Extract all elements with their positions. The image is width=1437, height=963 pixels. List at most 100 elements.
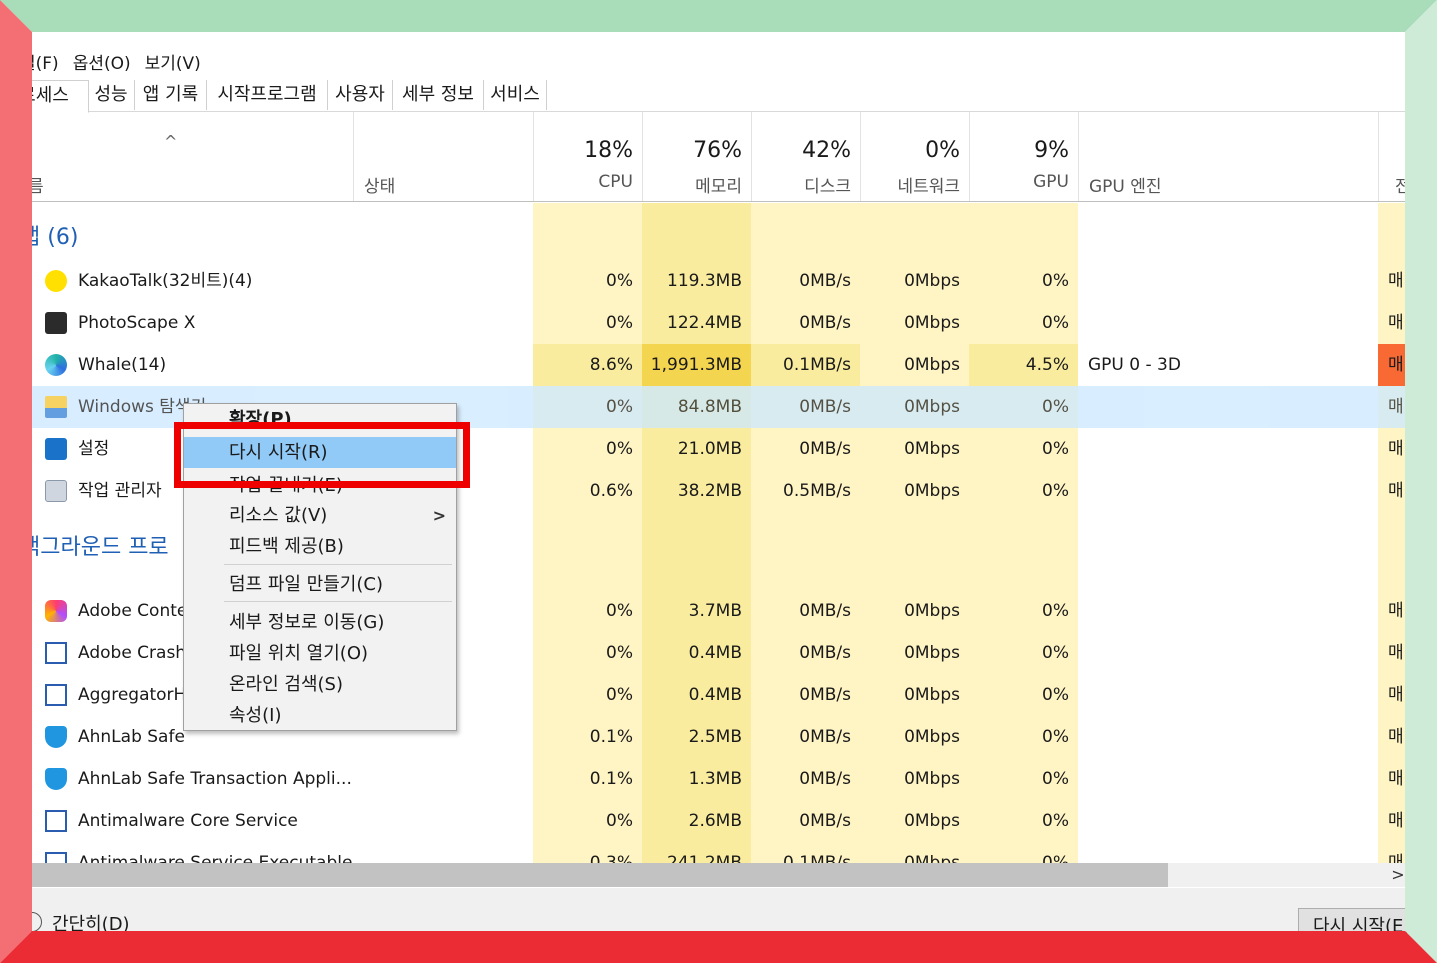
cell-net: 0Mbps <box>904 271 960 291</box>
tab-services[interactable]: 서비스 <box>484 80 547 110</box>
menu-item-dump[interactable]: 덤프 파일 만들기(C) <box>184 569 456 600</box>
cell-disk: 0MB/s <box>799 271 851 291</box>
cell-gpu: 4.5% <box>1025 355 1069 375</box>
app-window-icon <box>45 810 67 832</box>
cell-power: 매 <box>1388 769 1404 789</box>
table-row[interactable]: Whale(14) 8.6% 1,991.3MB 0.1MB/s 0Mbps 4.5% GP… <box>0 344 1437 386</box>
task-manager-window: 일(F) 옵션(O) 보기(V) 로세스 성능 앱 기록 시작프로그램 사용자 … <box>0 0 1437 963</box>
process-name: 작업 관리자 <box>78 481 162 501</box>
horizontal-scrollbar[interactable]: > <box>0 863 1437 887</box>
menu-item-open-location[interactable]: 파일 위치 열기(O) <box>184 638 456 669</box>
header-disk[interactable]: 42% 디스크 <box>751 112 861 201</box>
cell-cpu: 0% <box>606 811 633 831</box>
cell-cpu: 0.1% <box>589 727 633 747</box>
table-row[interactable]: AhnLab Safe Transaction Appli... 0.1% 1.3M… <box>0 758 1437 800</box>
cell-cpu: 0.6% <box>589 481 633 501</box>
cell-mem: 0.4MB <box>688 643 742 663</box>
cell-net: 0Mbps <box>904 397 960 417</box>
cell-net: 0Mbps <box>904 481 960 501</box>
menu-item-goto-details-label: 세부 정보로 이동(G) <box>229 612 385 633</box>
menu-item-properties[interactable]: 속성(I) <box>184 700 456 731</box>
cell-gpu: 0% <box>1042 727 1069 747</box>
menu-options[interactable]: 옵션(O) <box>73 49 131 74</box>
header-status-label: 상태 <box>364 177 396 197</box>
cell-disk: 0MB/s <box>799 811 851 831</box>
header-name[interactable]: 름 <box>0 112 353 201</box>
menu-item-goto-details[interactable]: 세부 정보로 이동(G) <box>184 607 456 638</box>
header-gpu-engine[interactable]: GPU 엔진 <box>1078 112 1379 201</box>
tab-strip: 로세스 성능 앱 기록 시작프로그램 사용자 세부 정보 서비스 <box>0 80 1437 113</box>
cell-power: 매 <box>1388 397 1404 417</box>
menu-item-open-location-label: 파일 위치 열기(O) <box>229 643 369 664</box>
cell-gpu-engine <box>1088 428 1368 470</box>
scrollbar-thumb[interactable] <box>0 863 1168 887</box>
adobe-cc-icon <box>45 600 67 622</box>
cell-gpu-engine <box>1088 674 1368 716</box>
process-name: Antimalware Core Service <box>78 811 298 831</box>
cell-net: 0Mbps <box>904 601 960 621</box>
header-gpu[interactable]: 9% GPU <box>969 112 1079 201</box>
header-cpu[interactable]: 18% CPU <box>533 112 643 201</box>
cell-disk: 0MB/s <box>799 685 851 705</box>
cell-power: 매 <box>1388 271 1404 291</box>
submenu-chevron-icon: > <box>432 506 446 525</box>
menu-item-search-online-label: 온라인 검색(S) <box>229 674 343 695</box>
tab-performance[interactable]: 성능 <box>88 80 135 110</box>
cell-cpu: 0% <box>606 685 633 705</box>
menu-item-feedback[interactable]: 피드백 제공(B) <box>184 531 456 562</box>
group-apps[interactable]: 앱 (6) <box>20 219 78 251</box>
cell-mem: 0.4MB <box>688 685 742 705</box>
header-memory[interactable]: 76% 메모리 <box>642 112 752 201</box>
menu-view[interactable]: 보기(V) <box>145 49 201 74</box>
cell-disk: 0.1MB/s <box>783 355 851 375</box>
menu-separator <box>224 564 452 565</box>
table-row[interactable]: PhotoScape X 0% 122.4MB 0MB/s 0Mbps 0% 매 <box>0 302 1437 344</box>
header-memory-label: 메모리 <box>695 177 742 197</box>
cell-disk: 0MB/s <box>799 601 851 621</box>
header-gpu-label: GPU <box>1033 172 1069 192</box>
group-background[interactable]: 백그라운드 프로 <box>20 529 169 561</box>
header-network[interactable]: 0% 네트워크 <box>860 112 970 201</box>
tab-app-history[interactable]: 앱 기록 <box>135 80 207 110</box>
tab-processes[interactable]: 로세스 <box>0 80 89 113</box>
header-cpu-label: CPU <box>598 172 633 192</box>
cell-gpu-engine: GPU 0 - 3D <box>1088 355 1181 375</box>
cell-cpu: 8.6% <box>589 355 633 375</box>
menu-item-resource-values[interactable]: 리소스 값(V) > <box>184 500 456 531</box>
cell-net: 0Mbps <box>904 355 960 375</box>
table-row[interactable]: KakaoTalk(32비트)(4) 0% 119.3MB 0MB/s 0Mbps 0% 매 <box>0 260 1437 302</box>
cell-mem: 21.0MB <box>677 439 742 459</box>
tab-details[interactable]: 세부 정보 <box>393 80 484 110</box>
menu-item-search-online[interactable]: 온라인 검색(S) <box>184 669 456 700</box>
header-name-label: 름 <box>28 177 44 197</box>
tab-users[interactable]: 사용자 <box>328 80 393 110</box>
menu-file[interactable]: 일(F) <box>20 49 59 74</box>
restart-button[interactable]: 다시 시작(E) <box>1298 908 1437 948</box>
cell-gpu-engine <box>1088 716 1368 758</box>
cell-cpu: 0% <box>606 439 633 459</box>
header-cpu-percent: 18% <box>584 138 633 163</box>
process-name: Adobe Conte <box>78 601 188 621</box>
cell-disk: 0MB/s <box>799 769 851 789</box>
settings-gear-icon <box>45 438 67 460</box>
menu-item-dump-label: 덤프 파일 만들기(C) <box>229 574 383 595</box>
cell-disk: 0MB/s <box>799 313 851 333</box>
task-manager-icon <box>45 480 67 502</box>
header-gpu-engine-label: GPU 엔진 <box>1089 177 1162 197</box>
cell-net: 0Mbps <box>904 643 960 663</box>
table-row[interactable]: Antimalware Core Service 0% 2.6MB 0MB/s 0Mbp… <box>0 800 1437 842</box>
cell-cpu: 0% <box>606 313 633 333</box>
highlight-box <box>174 422 470 488</box>
header-power[interactable]: 전 <box>1378 112 1437 201</box>
scroll-right-icon[interactable]: > <box>1388 863 1408 887</box>
cell-gpu: 0% <box>1042 769 1069 789</box>
tab-startup[interactable]: 시작프로그램 <box>207 80 328 110</box>
cell-power: 매 <box>1388 313 1404 333</box>
collapse-icon[interactable] <box>22 912 42 932</box>
header-status[interactable]: 상태 <box>353 112 534 201</box>
footer-bar: 간단히(D) 다시 시작(E) <box>0 888 1437 963</box>
menu-separator <box>224 601 452 602</box>
cell-net: 0Mbps <box>904 685 960 705</box>
brief-toggle[interactable]: 간단히(D) <box>52 910 130 936</box>
cell-gpu-engine <box>1088 800 1368 842</box>
